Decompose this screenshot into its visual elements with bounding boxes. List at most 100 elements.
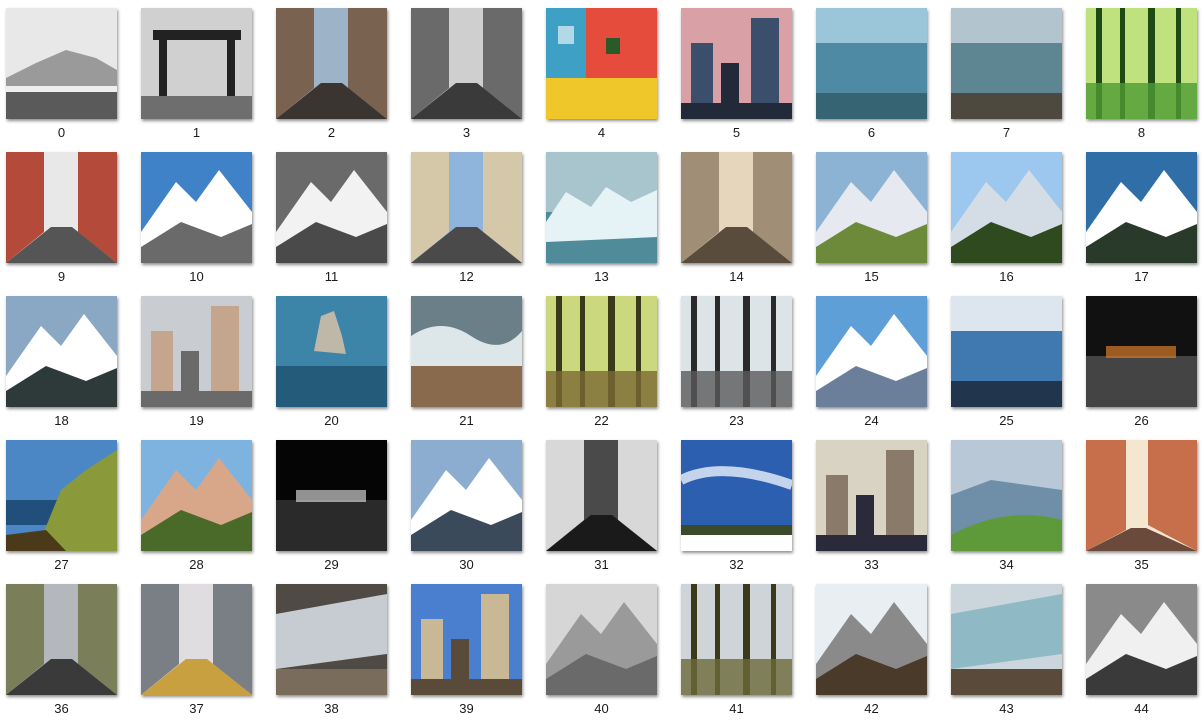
thumbnail-image[interactable] (816, 440, 927, 551)
thumbnail-label: 10 (189, 269, 204, 284)
thumbnail-image[interactable] (951, 152, 1062, 263)
thumbnail-image[interactable] (276, 296, 387, 407)
thumbnail-item[interactable]: 24 (816, 296, 927, 434)
thumbnail-item[interactable]: 4 (546, 8, 657, 146)
thumbnail-image[interactable] (816, 8, 927, 119)
thumbnail-item[interactable]: 3 (411, 8, 522, 146)
thumbnail-image[interactable] (951, 8, 1062, 119)
thumbnail-item[interactable]: 37 (141, 584, 252, 722)
thumbnail-item[interactable]: 11 (276, 152, 387, 290)
thumbnail-image[interactable] (546, 584, 657, 695)
thumbnail-image[interactable] (411, 296, 522, 407)
thumbnail-image[interactable] (6, 8, 117, 119)
thumbnail-item[interactable]: 42 (816, 584, 927, 722)
thumbnail-item[interactable]: 15 (816, 152, 927, 290)
thumbnail-item[interactable]: 38 (276, 584, 387, 722)
thumbnail-image[interactable] (951, 584, 1062, 695)
thumbnail-item[interactable]: 39 (411, 584, 522, 722)
thumbnail-item[interactable]: 0 (6, 8, 117, 146)
thumbnail-image[interactable] (6, 440, 117, 551)
thumbnail-label: 13 (594, 269, 609, 284)
thumbnail-image[interactable] (141, 152, 252, 263)
thumbnail-image[interactable] (1086, 8, 1197, 119)
thumbnail-item[interactable]: 32 (681, 440, 792, 578)
thumbnail-item[interactable]: 13 (546, 152, 657, 290)
thumbnail-item[interactable]: 8 (1086, 8, 1197, 146)
thumbnail-label: 44 (1134, 701, 1149, 716)
thumbnail-item[interactable]: 33 (816, 440, 927, 578)
thumbnail-item[interactable]: 1 (141, 8, 252, 146)
thumbnail-image[interactable] (546, 440, 657, 551)
thumbnail-image[interactable] (411, 440, 522, 551)
thumbnail-item[interactable]: 21 (411, 296, 522, 434)
thumbnail-item[interactable]: 41 (681, 584, 792, 722)
thumbnail-image[interactable] (6, 152, 117, 263)
thumbnail-image[interactable] (816, 584, 927, 695)
thumbnail-image[interactable] (411, 584, 522, 695)
thumbnail-item[interactable]: 12 (411, 152, 522, 290)
thumbnail-label: 33 (864, 557, 879, 572)
thumbnail-item[interactable]: 17 (1086, 152, 1197, 290)
thumbnail-label: 17 (1134, 269, 1149, 284)
thumbnail-item[interactable]: 23 (681, 296, 792, 434)
thumbnail-label: 16 (999, 269, 1014, 284)
thumbnail-label: 5 (732, 125, 741, 140)
thumbnail-item[interactable]: 36 (6, 584, 117, 722)
thumbnail-item[interactable]: 26 (1086, 296, 1197, 434)
thumbnail-item[interactable]: 14 (681, 152, 792, 290)
thumbnail-item[interactable]: 2 (276, 8, 387, 146)
thumbnail-item[interactable]: 10 (141, 152, 252, 290)
thumbnail-item[interactable]: 20 (276, 296, 387, 434)
thumbnail-image[interactable] (1086, 440, 1197, 551)
thumbnail-item[interactable]: 6 (816, 8, 927, 146)
thumbnail-image[interactable] (276, 440, 387, 551)
thumbnail-image[interactable] (141, 296, 252, 407)
thumbnail-item[interactable]: 25 (951, 296, 1062, 434)
thumbnail-image[interactable] (681, 296, 792, 407)
thumbnail-item[interactable]: 43 (951, 584, 1062, 722)
thumbnail-item[interactable]: 16 (951, 152, 1062, 290)
thumbnail-item[interactable]: 7 (951, 8, 1062, 146)
thumbnail-item[interactable]: 29 (276, 440, 387, 578)
thumbnail-item[interactable]: 9 (6, 152, 117, 290)
thumbnail-image[interactable] (141, 584, 252, 695)
thumbnail-image[interactable] (276, 584, 387, 695)
thumbnail-item[interactable]: 18 (6, 296, 117, 434)
thumbnail-image[interactable] (951, 296, 1062, 407)
thumbnail-image[interactable] (1086, 296, 1197, 407)
thumbnail-image[interactable] (411, 8, 522, 119)
thumbnail-image[interactable] (681, 152, 792, 263)
thumbnail-item[interactable]: 27 (6, 440, 117, 578)
thumbnail-label: 40 (594, 701, 609, 716)
thumbnail-image[interactable] (411, 152, 522, 263)
thumbnail-item[interactable]: 22 (546, 296, 657, 434)
thumbnail-image[interactable] (6, 296, 117, 407)
thumbnail-image[interactable] (546, 152, 657, 263)
thumbnail-label: 37 (189, 701, 204, 716)
thumbnail-item[interactable]: 31 (546, 440, 657, 578)
thumbnail-image[interactable] (1086, 152, 1197, 263)
thumbnail-image[interactable] (276, 8, 387, 119)
thumbnail-image[interactable] (816, 152, 927, 263)
thumbnail-image[interactable] (816, 296, 927, 407)
thumbnail-item[interactable]: 40 (546, 584, 657, 722)
thumbnail-image[interactable] (6, 584, 117, 695)
thumbnail-image[interactable] (141, 440, 252, 551)
thumbnail-image[interactable] (681, 440, 792, 551)
thumbnail-image[interactable] (681, 584, 792, 695)
thumbnail-item[interactable]: 28 (141, 440, 252, 578)
thumbnail-image[interactable] (276, 152, 387, 263)
thumbnail-label: 22 (594, 413, 609, 428)
thumbnail-item[interactable]: 34 (951, 440, 1062, 578)
thumbnail-image[interactable] (546, 296, 657, 407)
thumbnail-image[interactable] (546, 8, 657, 119)
thumbnail-image[interactable] (951, 440, 1062, 551)
thumbnail-image[interactable] (1086, 584, 1197, 695)
thumbnail-item[interactable]: 35 (1086, 440, 1197, 578)
thumbnail-image[interactable] (141, 8, 252, 119)
thumbnail-item[interactable]: 19 (141, 296, 252, 434)
thumbnail-item[interactable]: 44 (1086, 584, 1197, 722)
thumbnail-image[interactable] (681, 8, 792, 119)
thumbnail-item[interactable]: 30 (411, 440, 522, 578)
thumbnail-item[interactable]: 5 (681, 8, 792, 146)
